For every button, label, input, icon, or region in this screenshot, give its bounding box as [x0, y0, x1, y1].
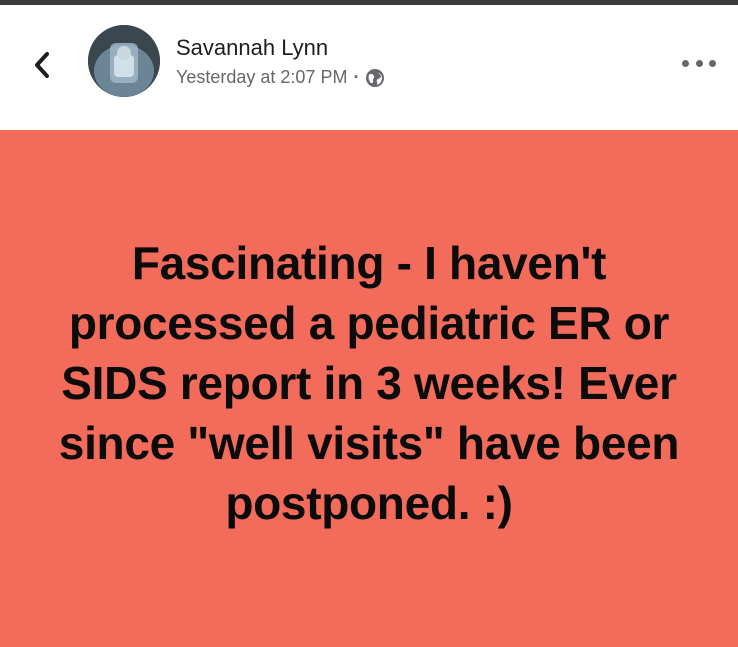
avatar-image	[88, 25, 160, 97]
globe-icon	[365, 68, 385, 88]
more-horizontal-icon	[682, 59, 689, 67]
meta-separator: ·	[353, 67, 360, 87]
post-background-card: Fascinating - I haven't processed a pedi…	[0, 130, 738, 647]
more-dot	[709, 59, 716, 67]
post-header: Savannah Lynn Yesterday at 2:07 PM ·	[0, 5, 738, 130]
avatar[interactable]	[88, 25, 160, 97]
post-timestamp[interactable]: Yesterday at 2:07 PM	[176, 67, 347, 88]
author-name[interactable]: Savannah Lynn	[176, 35, 328, 61]
post-text: Fascinating - I haven't processed a pedi…	[58, 236, 680, 529]
chevron-left-icon	[35, 52, 49, 78]
more-dot	[695, 59, 703, 67]
back-button[interactable]	[24, 43, 60, 87]
post-meta: Yesterday at 2:07 PM ·	[176, 67, 385, 88]
more-options-button[interactable]	[682, 53, 716, 73]
